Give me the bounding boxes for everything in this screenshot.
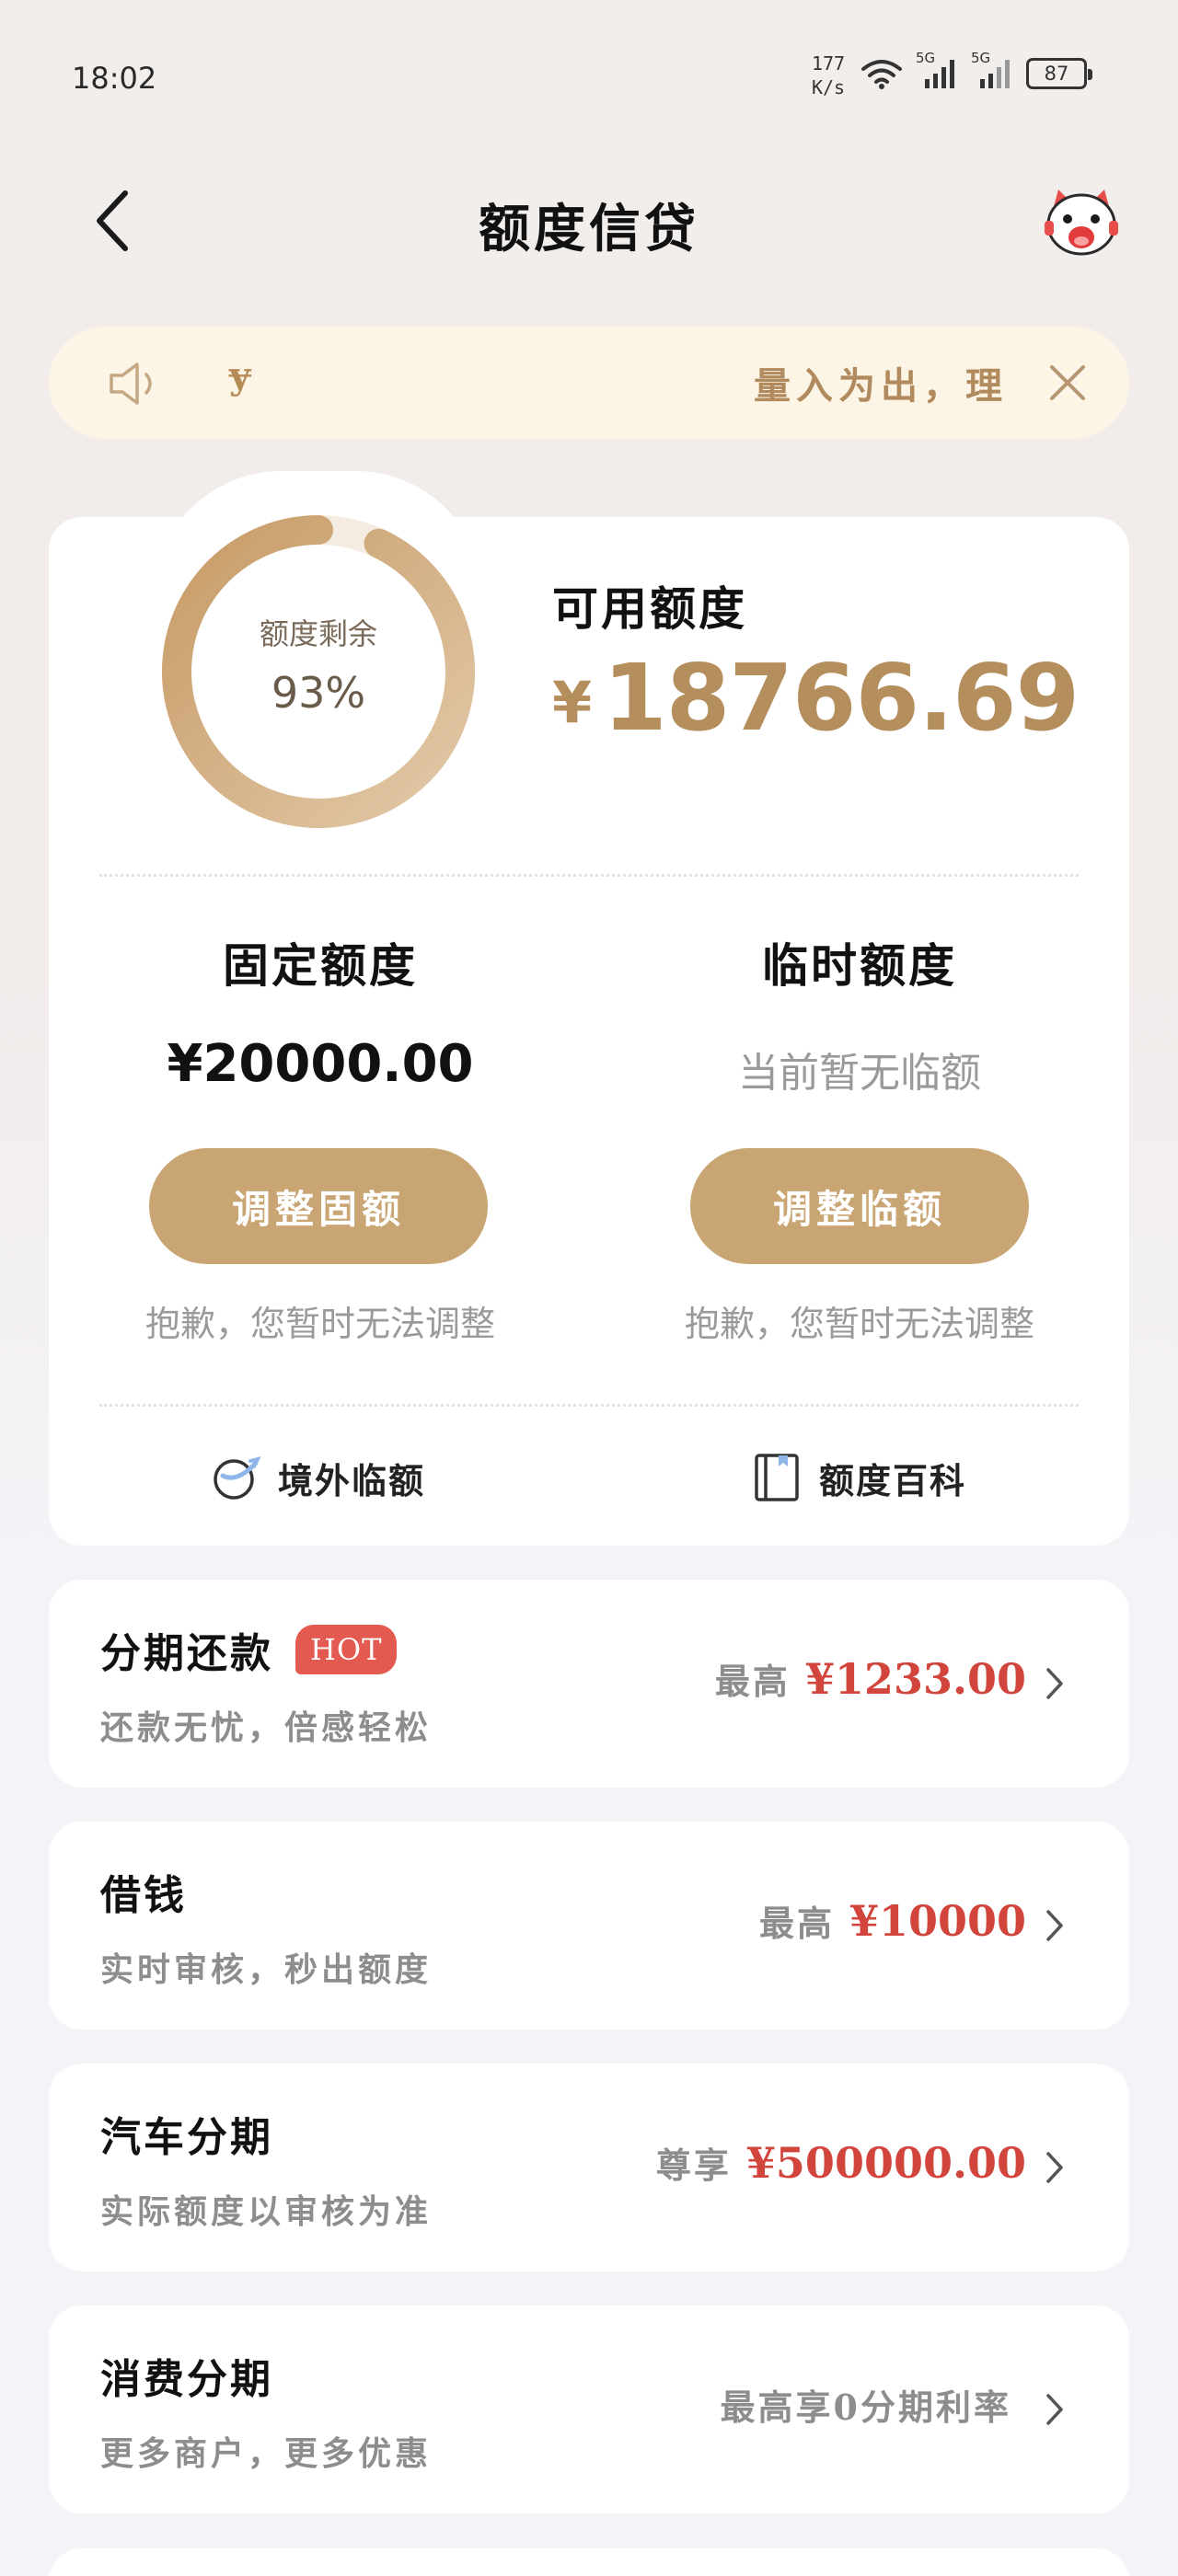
fixed-credit-title: 固定额度 — [223, 938, 418, 993]
product-subtitle: 实时审核，秒出额度 — [100, 1950, 433, 1989]
network-speed-unit: K/s — [811, 76, 846, 98]
dotted-divider — [99, 1404, 1079, 1407]
product-limit-amount: ¥10000 — [849, 1896, 1026, 1946]
notice-text: 量入为出，理 — [754, 364, 1008, 408]
book-icon — [755, 1454, 799, 1501]
wifi-icon — [861, 60, 902, 89]
temp-credit-note: 抱歉，您暂时无法调整 — [684, 1304, 1034, 1344]
temp-credit-value: 当前暂无临额 — [738, 1050, 981, 1097]
chevron-right-icon — [1046, 1668, 1063, 1699]
status-icons: 5G 5G 87 — [860, 50, 1092, 90]
remaining-label: 额度剩余 — [259, 616, 377, 651]
fixed-credit-amount: ¥20000.00 — [167, 1034, 474, 1094]
product-limit: 尊享 ¥500000.00 — [656, 2137, 1026, 2188]
overseas-temp-link[interactable]: 境外临额 — [210, 1452, 425, 1503]
product-title: 汽车分期 — [100, 2114, 273, 2161]
product-subtitle: 还款无忧，倍感轻松 — [100, 1708, 433, 1747]
battery-level: 87 — [1044, 63, 1069, 85]
chevron-right-icon — [1046, 2152, 1063, 2183]
product-subtitle: 更多商户，更多优惠 — [100, 2434, 433, 2473]
page-title: 额度信贷 — [479, 199, 699, 259]
product-limit-amount: ¥1233.00 — [804, 1654, 1026, 1704]
chevron-right-icon — [1046, 2394, 1063, 2425]
dotted-divider — [99, 874, 1079, 877]
product-limit: 最高 ¥1233.00 — [715, 1653, 1026, 1704]
nav-bar: 额度信贷 — [0, 166, 1178, 276]
product-title-row: 消费分期 — [100, 2346, 273, 2405]
product-limit: 最高 ¥10000 — [759, 1895, 1026, 1946]
product-title: 消费分期 — [100, 2356, 273, 2403]
product-card-partial[interactable] — [49, 2548, 1129, 2576]
product-title-row: 分期还款 HOT — [100, 1620, 398, 1679]
product-title-row: 汽车分期 — [100, 2104, 273, 2163]
product-title-row: 借钱 — [100, 1862, 187, 1921]
network-speed: 177 K/s — [808, 52, 849, 99]
overseas-temp-label: 境外临额 — [278, 1459, 426, 1501]
product-limit: 最高享0分期利率 — [721, 2379, 1026, 2430]
plane-globe-icon — [214, 1456, 261, 1500]
mascot-button[interactable] — [1042, 182, 1121, 261]
currency-symbol: ¥ — [552, 669, 593, 736]
signal-sim1-icon: 5G — [916, 50, 958, 90]
available-amount-value: 18766.69 — [603, 644, 1080, 752]
hot-badge: HOT — [295, 1625, 398, 1674]
product-limit-prefix: 最高 — [714, 1661, 791, 1702]
product-limit-prefix: 最高享0分期利率 — [720, 2386, 1011, 2428]
adjust-fixed-button[interactable]: 调整固额 — [149, 1148, 488, 1264]
signal-sim2-icon: 5G — [971, 50, 1013, 90]
battery-icon: 87 — [1026, 58, 1092, 89]
chevron-right-icon — [1046, 1910, 1063, 1941]
status-time: 18:02 — [72, 61, 157, 96]
temp-credit-title: 临时额度 — [762, 938, 957, 993]
available-credit-amount: ¥18766.69 — [552, 644, 1080, 752]
product-card-borrow[interactable]: 借钱 实时审核，秒出额度 最高 ¥10000 — [49, 1822, 1129, 2030]
remaining-percent: 93% — [271, 668, 366, 718]
credit-wiki-label: 额度百科 — [819, 1459, 967, 1501]
product-subtitle: 实际额度以审核为准 — [100, 2192, 433, 2231]
fixed-credit-note: 抱歉，您暂时无法调整 — [144, 1304, 495, 1344]
notice-scroll-fragment: ɏ — [229, 354, 251, 397]
product-limit-amount: ¥500000.00 — [745, 2138, 1026, 2188]
available-credit-label: 可用额度 — [552, 581, 747, 636]
status-bar: 18:02 177 K/s 5G 5G 87 — [0, 0, 1178, 156]
cat-mascot-icon — [1045, 190, 1118, 256]
network-speed-value: 177 — [811, 52, 846, 75]
product-limit-prefix: 最高 — [758, 1903, 835, 1944]
product-limit-prefix: 尊享 — [655, 2145, 732, 2186]
credit-wiki-link[interactable]: 额度百科 — [751, 1452, 966, 1503]
notice-bar[interactable]: ɏ 量入为出，理 — [49, 327, 1129, 439]
product-card-car-installment[interactable]: 汽车分期 实际额度以审核为准 尊享 ¥500000.00 — [49, 2064, 1129, 2271]
product-title: 借钱 — [100, 1872, 187, 1919]
product-card-installment-repay[interactable]: 分期还款 HOT 还款无忧，倍感轻松 最高 ¥1233.00 — [49, 1580, 1129, 1788]
product-title: 分期还款 — [100, 1630, 273, 1677]
adjust-temp-button[interactable]: 调整临额 — [690, 1148, 1029, 1264]
close-icon[interactable] — [1045, 360, 1091, 406]
speaker-icon — [110, 362, 152, 405]
product-card-consumer-installment[interactable]: 消费分期 更多商户，更多优惠 最高享0分期利率 — [49, 2306, 1129, 2513]
